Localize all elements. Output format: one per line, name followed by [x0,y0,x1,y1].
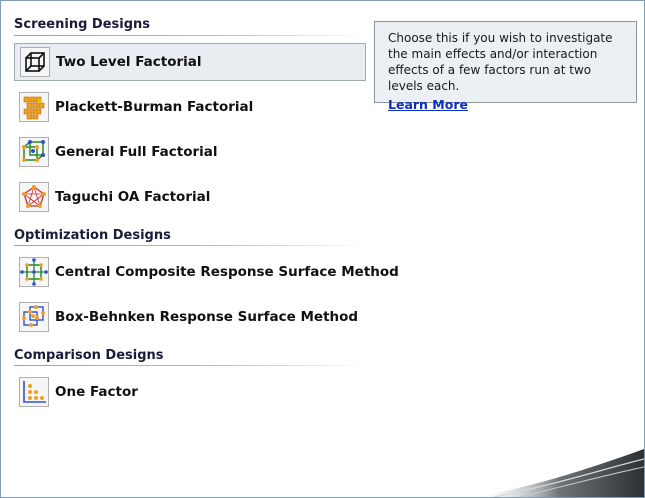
design-item-plackett-burman[interactable]: Plackett-Burman Factorial [14,88,366,126]
section-header-comparison: Comparison Designs [14,348,164,363]
corner-swoosh-decoration [474,449,644,497]
general-full-factorial-icon [19,137,49,167]
item-label: Two Level Factorial [56,54,202,70]
design-item-taguchi[interactable]: Taguchi OA Factorial [14,178,366,216]
learn-more-link[interactable]: Learn More [388,97,468,113]
tooltip-description: Choose this if you wish to investigate t… [388,31,613,93]
item-label: Taguchi OA Factorial [55,189,211,205]
item-label: One Factor [55,384,138,400]
one-factor-icon [19,377,49,407]
section-header-screening: Screening Designs [14,17,151,32]
item-label: Central Composite Response Surface Metho… [55,264,399,280]
taguchi-icon [19,182,49,212]
item-label: Plackett-Burman Factorial [55,99,254,115]
section-header-optimization: Optimization Designs [14,228,171,243]
section-divider [14,35,366,36]
item-label: General Full Factorial [55,144,218,160]
box-behnken-icon [19,302,49,332]
design-gallery-panel: Screening Designs Two Level Factorial Pl… [0,0,645,498]
design-item-two-level-factorial[interactable]: Two Level Factorial [14,43,366,81]
design-item-central-composite[interactable]: Central Composite Response Surface Metho… [14,253,399,291]
design-item-general-full-factorial[interactable]: General Full Factorial [14,133,366,171]
design-item-one-factor[interactable]: One Factor [14,373,366,411]
two-level-factorial-icon [20,47,50,77]
design-item-box-behnken[interactable]: Box-Behnken Response Surface Method [14,298,366,336]
section-divider [14,245,366,246]
central-composite-icon [19,257,49,287]
item-label: Box-Behnken Response Surface Method [55,309,359,325]
section-divider [14,365,366,366]
description-tooltip: Choose this if you wish to investigate t… [374,21,637,112]
plackett-burman-icon [19,92,49,122]
